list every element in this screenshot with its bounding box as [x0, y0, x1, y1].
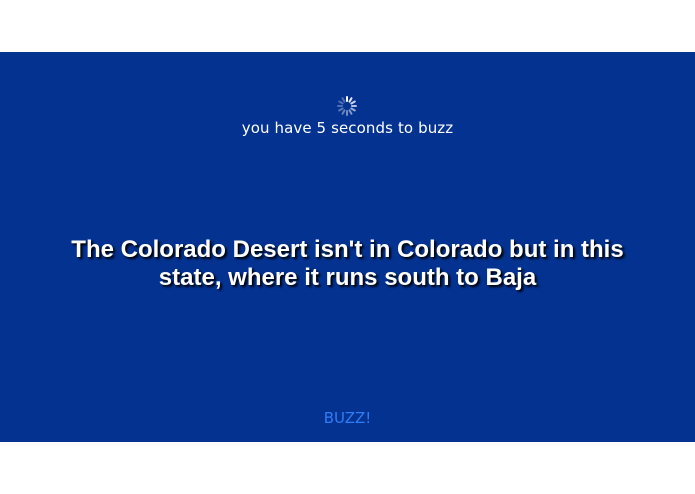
clue-board: you have 5 seconds to buzz The Colorado … [0, 52, 695, 442]
loading-spinner-icon [337, 96, 357, 116]
buzz-button[interactable]: BUZZ! [297, 406, 398, 430]
clue-text: The Colorado Desert isn't in Colorado bu… [71, 236, 624, 291]
buzz-timer-message: you have 5 seconds to buzz [241, 119, 454, 137]
